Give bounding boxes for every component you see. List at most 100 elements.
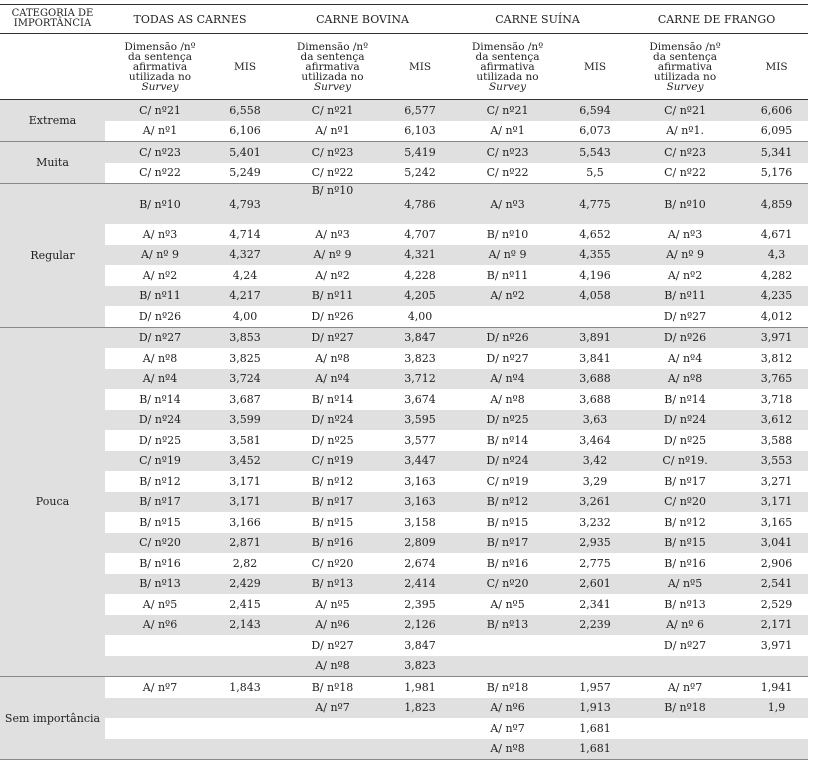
- mis-cell: 5,242: [390, 162, 451, 184]
- mis-cell: 6,606: [745, 99, 809, 121]
- sentence-cell: [275, 718, 390, 739]
- mis-cell: 3,041: [745, 532, 809, 553]
- sentence-cell: C/ nº23: [450, 141, 566, 163]
- mis-cell: 3,577: [404, 433, 436, 447]
- table-row: D/ nº24 3,599 D/ nº24 3,595 D/ nº25 3,63 D/ nº…: [0, 409, 809, 430]
- table-row: B/ nº13 2,429 B/ nº13 2,414 C/ nº20 2,601 A/ n…: [0, 573, 809, 594]
- mis-cell: 3,823: [404, 351, 436, 365]
- mis-cell: [390, 718, 450, 739]
- table-row: B/ nº16 2,82 C/ nº20 2,674 B/ nº16 2,775 B/ nº…: [0, 553, 808, 574]
- mis-cell: 1,681: [579, 721, 611, 735]
- table-row: B/ nº15 3,166 B/ nº15 3,158 B/ nº15 3,232 B/ n…: [0, 512, 808, 533]
- mis-cell: 1,913: [565, 697, 626, 718]
- mis-header: MIS: [565, 33, 626, 100]
- mis-cell: 3,847: [404, 638, 436, 652]
- sentence-cell: B/ nº10: [275, 183, 390, 224]
- mis-cell: [565, 306, 626, 328]
- sentence-cell: D/ nº25: [138, 433, 182, 447]
- sentence-cell: B/ nº12: [311, 474, 354, 488]
- subheader-blank: [0, 33, 105, 100]
- category-cell: Sem importância: [0, 676, 105, 760]
- table-row: Regular B/ nº10 4,793 B/ nº10 4,786 A/ nº3 4,7…: [0, 183, 809, 328]
- mis-cell: 3,63: [565, 409, 626, 430]
- mis-cell: 5,5: [565, 162, 626, 184]
- mis-cell: 1,941: [760, 680, 793, 694]
- sentence-cell: [105, 738, 215, 760]
- sentence-cell: C/ nº20: [625, 491, 746, 512]
- sentence-cell: C/ nº20: [311, 556, 354, 570]
- sentence-cell: A/ nº4: [105, 368, 215, 389]
- mis-cell: 3,271: [760, 474, 793, 488]
- sentence-cell: D/ nº25: [663, 433, 707, 447]
- mis-header: MIS: [390, 33, 451, 100]
- sentence-cell: C/ nº22: [625, 162, 746, 184]
- sentence-cell: C/ nº19: [275, 450, 390, 471]
- sentence-cell: A/ nº3: [450, 183, 566, 224]
- subheader-row: Dimensão /nº da sentença afirmativa utiliza…: [0, 33, 809, 100]
- mis-cell: 1,957: [579, 680, 611, 694]
- dimension-header-line: da sentença: [653, 50, 718, 63]
- table-row: A/ nº5 2,415 A/ nº5 2,395 A/ nº5 2,341 B/ nº13…: [0, 594, 808, 615]
- table-row: Pouca D/ nº27 3,853 D/ nº27 3,847 D/ nº26 3,89…: [0, 327, 809, 677]
- sentence-cell: C/ nº21: [275, 99, 390, 121]
- mis-cell: 3,165: [760, 515, 793, 529]
- mis-cell: [745, 718, 808, 739]
- sentence-cell: B/ nº11: [275, 285, 390, 306]
- sentence-cell: B/ nº17: [664, 474, 706, 488]
- sentence-cell: A/ nº4: [275, 368, 390, 389]
- sentence-cell: B/ nº11: [486, 268, 529, 282]
- mis-cell: 4,012: [745, 306, 809, 328]
- mis-cell: 2,171: [745, 614, 809, 635]
- mis-cell: 4,228: [404, 268, 436, 282]
- dimension-header-line: da sentença: [127, 50, 193, 63]
- table-row: D/ nº27 3,847 D/ nº27 3,971: [0, 635, 808, 656]
- category-cell: Pouca: [0, 327, 105, 677]
- sentence-cell: B/ nº15: [625, 532, 746, 553]
- mis-cell: [745, 738, 809, 760]
- sentence-cell: C/ nº21: [450, 99, 566, 121]
- mis-cell: 3,847: [390, 327, 451, 348]
- dimension-header-line: Dimensão /nº: [296, 40, 369, 53]
- table-row: B/ nº14 3,687 B/ nº14 3,674 A/ nº8 3,688 B/ nº…: [0, 389, 808, 410]
- table-row: A/ nº8 3,823: [0, 655, 809, 677]
- mis-cell: 2,871: [215, 532, 275, 553]
- sentence-cell: D/ nº26: [450, 327, 566, 348]
- mis-cell: 2,143: [215, 614, 275, 635]
- mis-cell: 4,327: [215, 244, 275, 265]
- sentence-cell: B/ nº16: [275, 532, 390, 553]
- mis-cell: 3,261: [565, 491, 626, 512]
- sentence-cell: A/ nº8: [450, 738, 566, 760]
- mis-cell: [215, 655, 275, 677]
- mis-cell: 5,401: [215, 141, 275, 163]
- mis-cell: [565, 635, 625, 656]
- sentence-cell: D/ nº27: [625, 306, 746, 328]
- mis-cell: 3,718: [760, 392, 793, 406]
- mis-cell: [215, 635, 275, 656]
- sentence-cell: B/ nº18: [486, 680, 529, 694]
- sentence-cell: [450, 655, 566, 677]
- mis-cell: 1,843: [229, 680, 261, 694]
- table-row: D/ nº25 3,581 D/ nº25 3,577 B/ nº14 3,464 D/ n…: [0, 430, 808, 451]
- sentence-cell: D/ nº25: [450, 409, 566, 430]
- mis-cell: [745, 655, 809, 677]
- mis-cell: 2,415: [229, 597, 261, 611]
- mis-cell: 4,321: [390, 244, 451, 265]
- mis-cell: 4,859: [745, 183, 809, 224]
- sentence-cell: D/ nº27: [663, 638, 707, 652]
- mis-cell: 2,429: [215, 573, 275, 594]
- sentence-cell: B/ nº13: [450, 614, 566, 635]
- table-row: B/ nº11 4,217 B/ nº11 4,205 A/ nº2 4,058 B/ nº…: [0, 285, 809, 306]
- mis-cell: [565, 655, 626, 677]
- sentence-cell: B/ nº13: [664, 597, 706, 611]
- mis-cell: 3,232: [579, 515, 611, 529]
- sentence-cell: A/ nº6: [105, 614, 215, 635]
- mis-cell: 3,687: [229, 392, 261, 406]
- mis-cell: 4,775: [565, 183, 626, 224]
- sentence-cell: A/ nº6: [450, 697, 566, 718]
- mis-cell: 3,163: [404, 474, 436, 488]
- dimension-header-line: Dimensão /nº: [124, 40, 196, 53]
- sentence-cell: A/ nº4: [667, 351, 703, 365]
- table-row: A/ nº8 3,825 A/ nº8 3,823 D/ nº27 3,841 A/ nº4…: [0, 348, 808, 369]
- mis-cell: 3,452: [215, 450, 275, 471]
- mis-cell: 4,3: [745, 244, 809, 265]
